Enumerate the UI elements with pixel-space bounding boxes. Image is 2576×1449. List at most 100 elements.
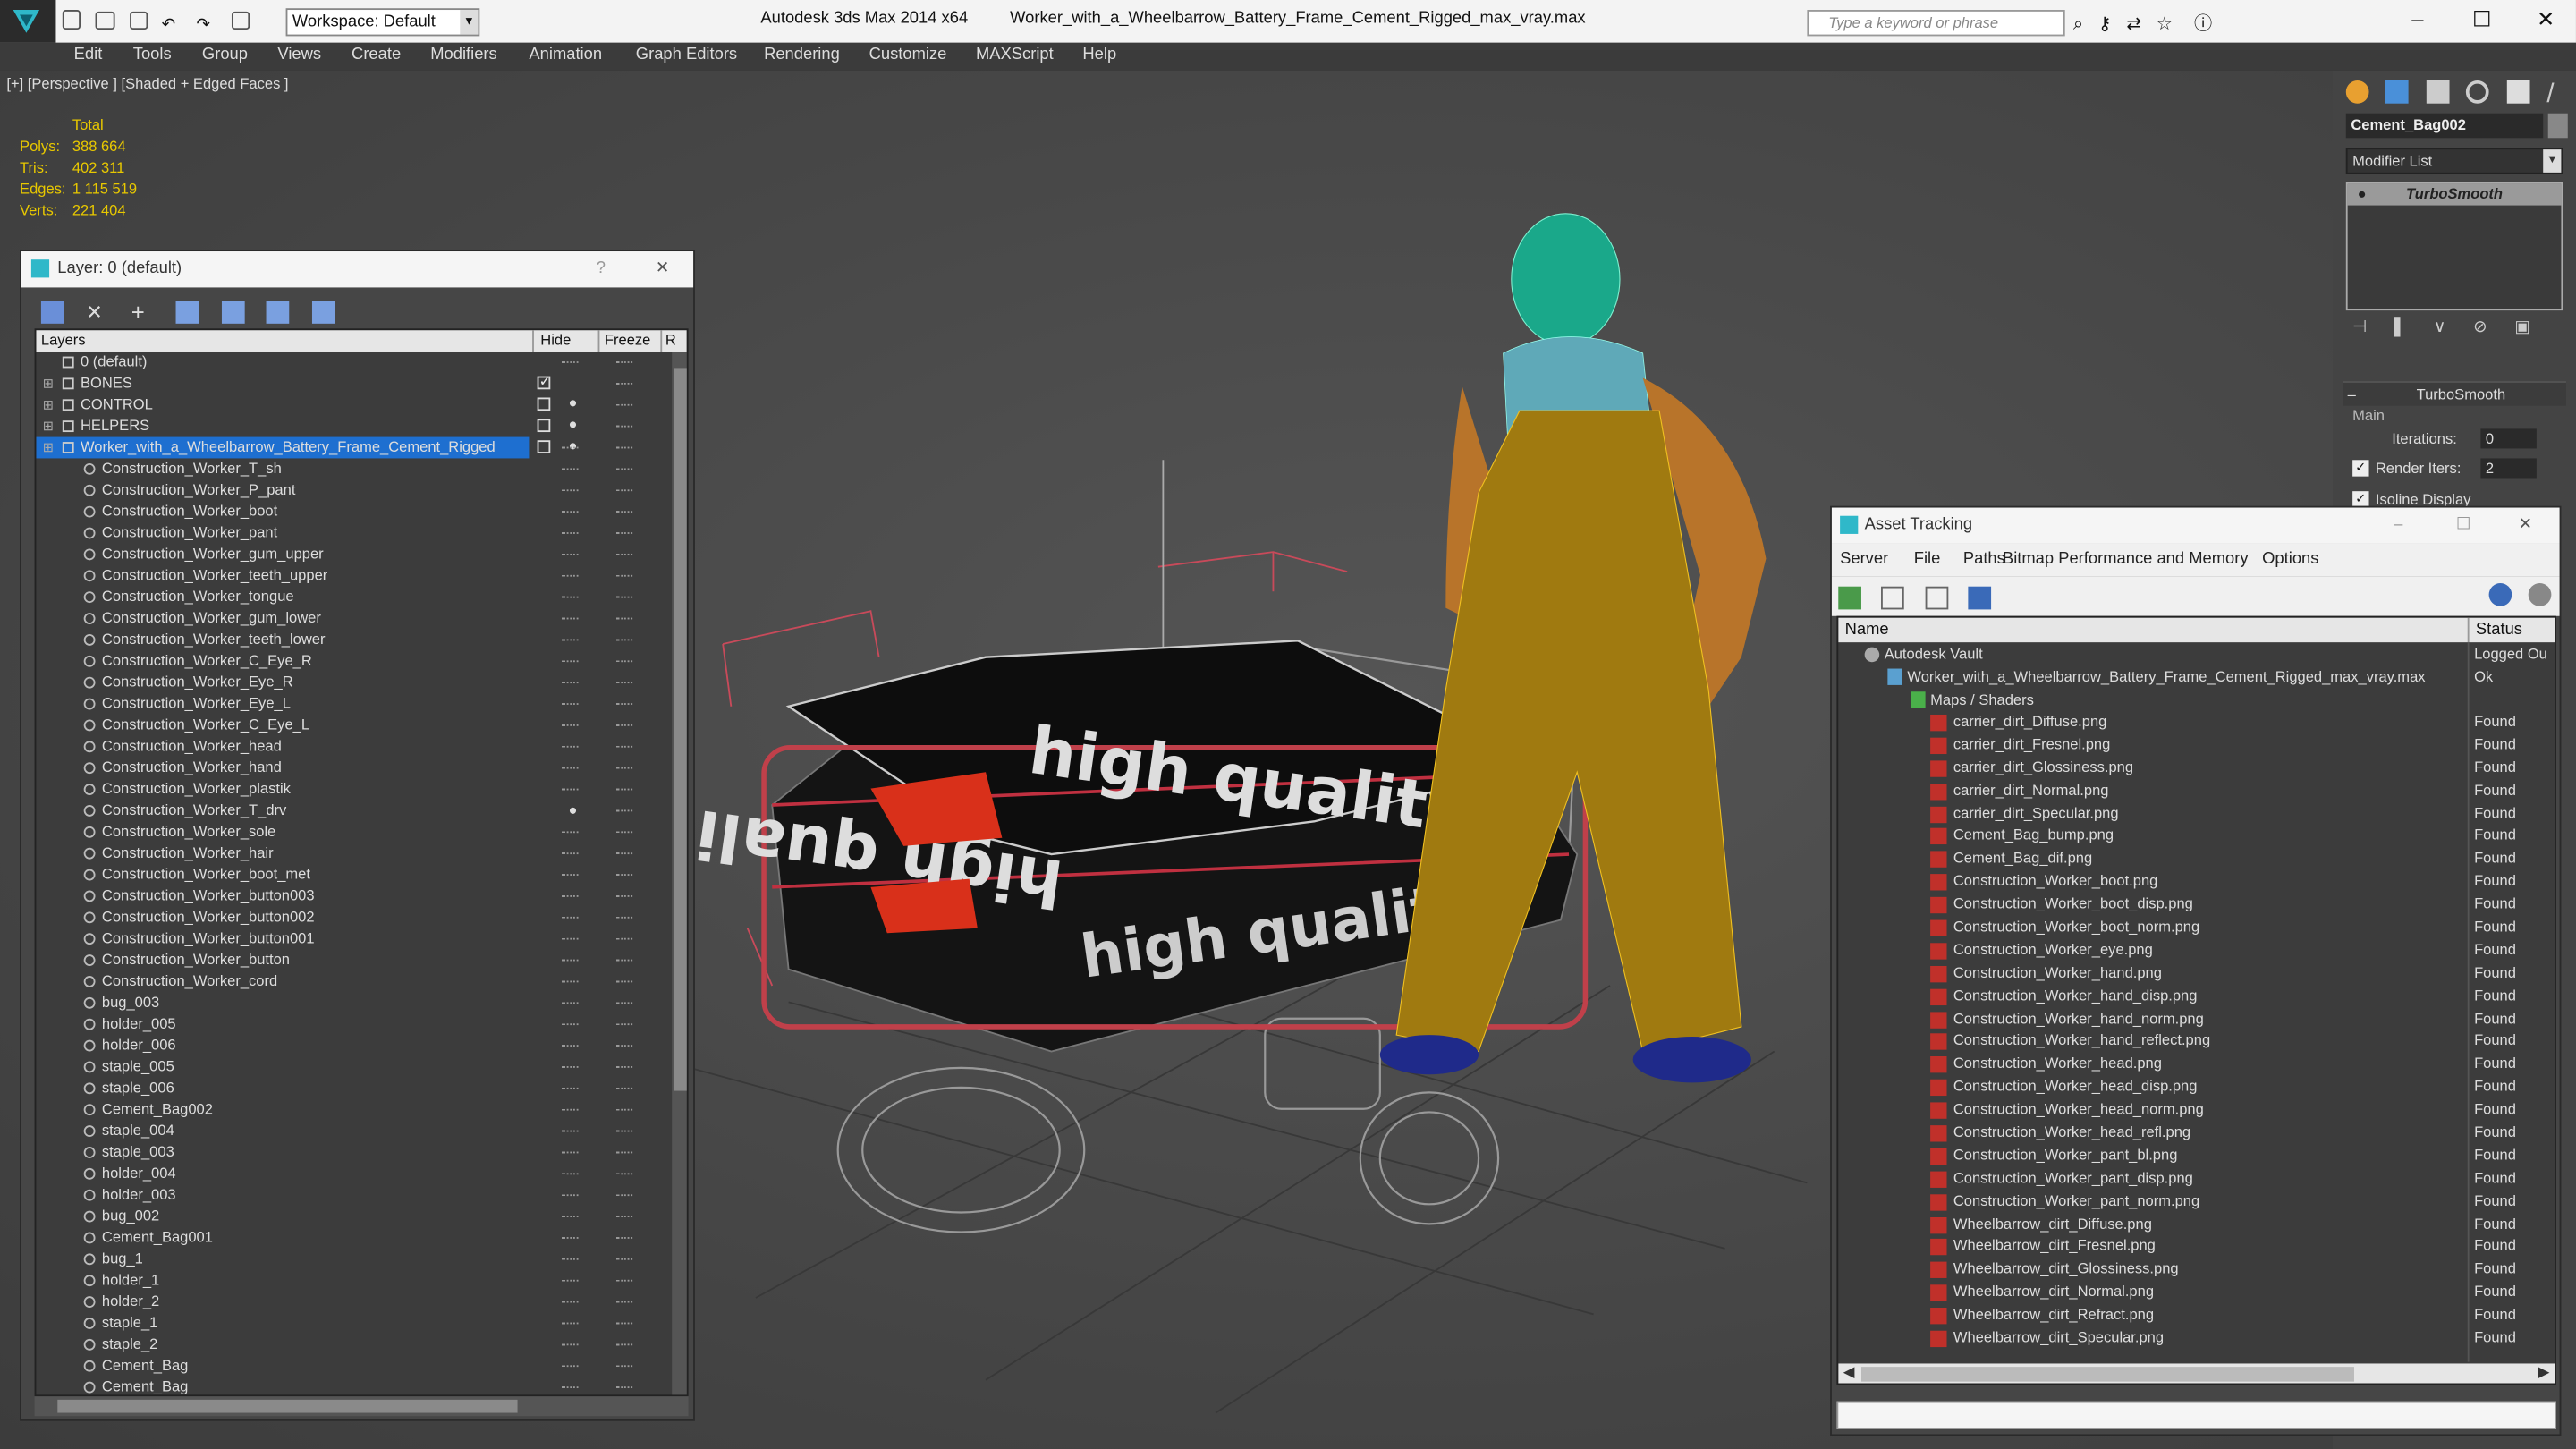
asset-menu-server[interactable]: Server — [1840, 544, 1888, 577]
hide-toggle-box[interactable] — [537, 419, 551, 433]
asset-row[interactable]: Cement_Bag_bump.png Found — [1838, 826, 2555, 849]
object-row[interactable]: holder_003 — [36, 1184, 686, 1206]
freeze-dots[interactable] — [615, 788, 633, 792]
maximize-icon[interactable]: ☐ — [2456, 508, 2470, 544]
lightbulb-icon[interactable]: ● — [568, 800, 577, 821]
render-iters-spinner[interactable]: 2 — [2480, 458, 2537, 479]
col-hide[interactable]: Hide — [532, 330, 597, 352]
save-icon[interactable] — [129, 11, 148, 30]
modifier-stack[interactable]: ● TurboSmooth — [2345, 182, 2563, 311]
hide-toggle-box[interactable] — [537, 376, 551, 390]
expand-icon[interactable]: ⊞ — [43, 437, 54, 459]
menu-group[interactable]: Group — [202, 43, 248, 68]
minimize-icon[interactable]: – — [2394, 508, 2402, 544]
asset-row[interactable]: Construction_Worker_hand.png Found — [1838, 962, 2555, 986]
layer-row[interactable]: 0 (default) — [36, 352, 686, 373]
col-render[interactable]: R — [660, 330, 676, 352]
asset-row[interactable]: Construction_Worker_pant_disp.png Found — [1838, 1168, 2555, 1191]
freeze-dots[interactable] — [615, 831, 633, 835]
hide-dots[interactable] — [562, 660, 579, 664]
list-view-icon[interactable] — [1881, 586, 1905, 609]
hide-dots[interactable] — [562, 1258, 579, 1262]
hide-dots[interactable] — [562, 553, 579, 557]
hide-dots[interactable] — [562, 959, 579, 963]
object-row[interactable]: Construction_Worker_boot_met — [36, 864, 686, 886]
object-row[interactable]: Construction_Worker_C_Eye_L — [36, 715, 686, 736]
menu-create[interactable]: Create — [352, 43, 401, 68]
freeze-dots[interactable] — [615, 1045, 633, 1048]
object-row[interactable]: Construction_Worker_plastik — [36, 779, 686, 801]
hide-dots[interactable] — [562, 1216, 579, 1219]
hide-dots[interactable] — [562, 1322, 579, 1326]
freeze-dots[interactable] — [615, 1365, 633, 1368]
hide-dots[interactable] — [562, 767, 579, 771]
menu-graph-editors[interactable]: Graph Editors — [636, 43, 737, 68]
object-name-field[interactable]: Cement_Bag002 — [2345, 113, 2544, 139]
hide-dots[interactable] — [562, 724, 579, 728]
modifier-list-dropdown[interactable]: Modifier List ▼ — [2345, 148, 2563, 174]
freeze-dots[interactable] — [615, 745, 633, 750]
object-row[interactable]: Construction_Worker_button — [36, 950, 686, 971]
hide-dots[interactable] — [562, 1343, 579, 1347]
workspace-dropdown[interactable]: Workspace: Default ▼ — [285, 8, 480, 37]
layer-row[interactable]: ⊞ BONES — [36, 373, 686, 394]
freeze-dots[interactable] — [615, 1386, 633, 1390]
object-row[interactable]: staple_003 — [36, 1142, 686, 1164]
menu-rendering[interactable]: Rendering — [764, 43, 840, 68]
highlight-layer-icon[interactable] — [221, 300, 245, 324]
asset-menu-paths[interactable]: Paths — [1963, 544, 2005, 577]
select-objects-icon[interactable] — [176, 300, 199, 324]
menu-maxscript[interactable]: MAXScript — [976, 43, 1054, 68]
object-row[interactable]: staple_2 — [36, 1334, 686, 1355]
hide-dots[interactable] — [562, 937, 579, 942]
freeze-dots[interactable] — [615, 1066, 633, 1070]
object-row[interactable]: Construction_Worker_button002 — [36, 907, 686, 928]
asset-row[interactable]: Construction_Worker_boot_norm.png Found — [1838, 917, 2555, 940]
minimize-icon[interactable]: – — [2411, 6, 2423, 31]
asset-row[interactable]: Construction_Worker_pant_norm.png Found — [1838, 1191, 2555, 1214]
asset-menu-file[interactable]: File — [1914, 544, 1941, 577]
freeze-dots[interactable] — [615, 852, 633, 856]
freeze-dots[interactable] — [615, 1023, 633, 1027]
asset-row[interactable]: Construction_Worker_hand_reflect.png Foun… — [1838, 1030, 2555, 1054]
menu-help[interactable]: Help — [1082, 43, 1116, 68]
refresh-icon[interactable] — [1838, 586, 1861, 609]
freeze-dots[interactable] — [615, 425, 633, 429]
maximize-icon[interactable]: ☐ — [2472, 6, 2491, 31]
hide-dots[interactable] — [562, 1365, 579, 1368]
hide-dots[interactable] — [562, 1386, 579, 1390]
freeze-dots[interactable] — [615, 574, 633, 579]
hide-dots[interactable] — [562, 682, 579, 685]
horizontal-scrollbar[interactable] — [34, 1396, 689, 1417]
hide-dots[interactable] — [562, 1301, 579, 1305]
layer-row[interactable]: ⊞ CONTROL — [36, 394, 686, 416]
show-end-result-icon[interactable]: ▌ — [2394, 318, 2406, 336]
freeze-dots[interactable] — [615, 511, 633, 514]
object-row[interactable]: Construction_Worker_pant — [36, 522, 686, 544]
motion-tab-icon[interactable] — [2466, 80, 2490, 104]
object-row[interactable]: Construction_Worker_button003 — [36, 886, 686, 907]
hide-dots[interactable] — [562, 617, 579, 622]
expand-icon[interactable]: ⊞ — [43, 373, 54, 394]
iterations-spinner[interactable]: 0 — [2480, 428, 2537, 449]
freeze-dots[interactable] — [615, 1130, 633, 1134]
col-status[interactable]: Status — [2467, 617, 2555, 643]
col-layers[interactable]: Layers — [41, 330, 86, 352]
hide-dots[interactable] — [562, 489, 579, 493]
hide-dots[interactable] — [562, 703, 579, 707]
freeze-dots[interactable] — [615, 1151, 633, 1156]
freeze-dots[interactable] — [615, 682, 633, 685]
freeze-dots[interactable] — [615, 1322, 633, 1326]
freeze-dots[interactable] — [615, 809, 633, 813]
asset-row[interactable]: carrier_dirt_Specular.png Found — [1838, 802, 2555, 826]
freeze-dots[interactable] — [615, 596, 633, 600]
open-file-icon[interactable] — [95, 11, 115, 30]
hide-dots[interactable] — [562, 596, 579, 600]
hide-toggle-box[interactable] — [537, 440, 551, 453]
freeze-dots[interactable] — [615, 361, 633, 365]
freeze-dots[interactable] — [615, 446, 633, 451]
stack-item-turbosmooth[interactable]: ● TurboSmooth — [2347, 183, 2562, 206]
asset-row[interactable]: Wheelbarrow_dirt_Fresnel.png Found — [1838, 1236, 2555, 1259]
freeze-dots[interactable] — [615, 895, 633, 899]
asset-menu-bitmap[interactable]: Bitmap Performance and Memory — [2003, 544, 2249, 577]
